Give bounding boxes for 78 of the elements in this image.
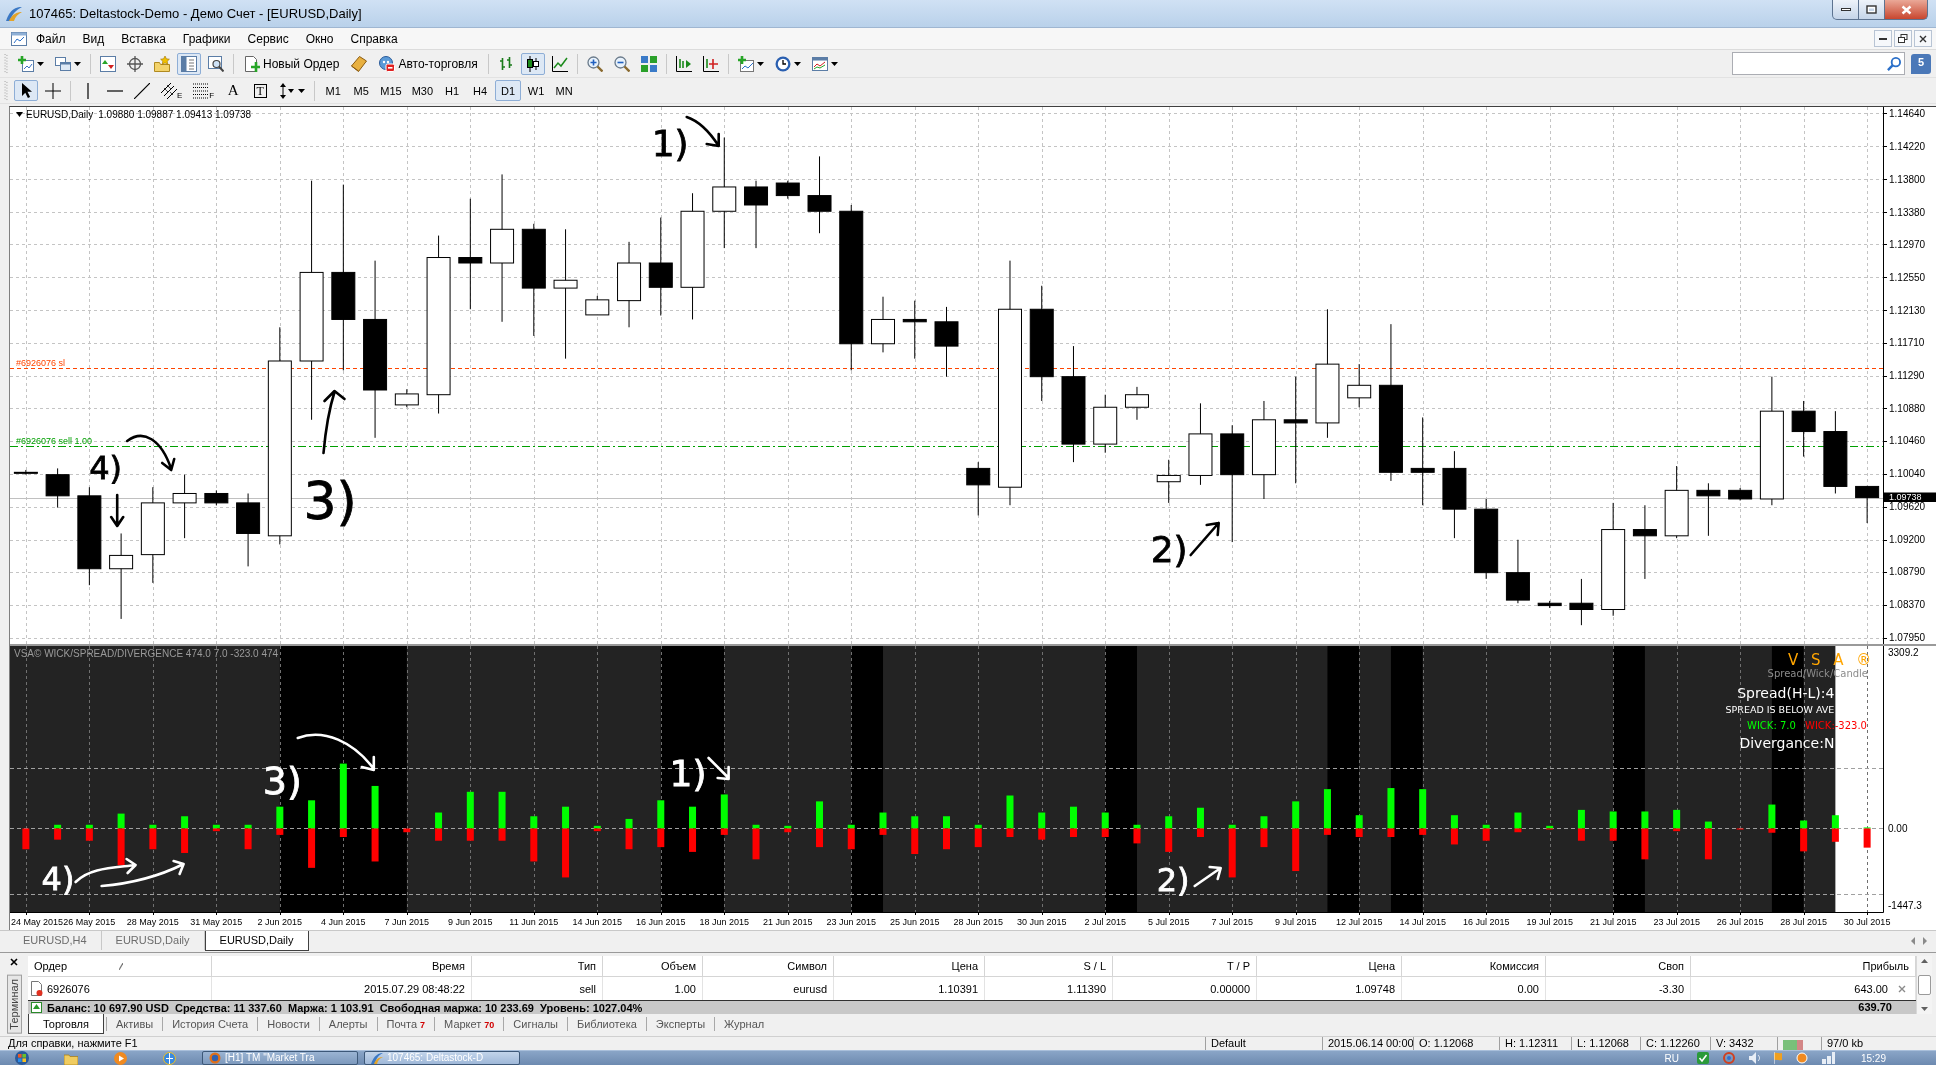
axis-label: 7 Jul 2015	[1211, 917, 1253, 927]
axis-label: 11 Jun 2015	[509, 917, 559, 927]
axis-label: 1.09620	[1889, 501, 1926, 513]
axis-label: 1.11710	[1889, 337, 1925, 349]
axis-label: 1.10460	[1889, 435, 1926, 447]
axis-label: 1.11290	[1889, 370, 1925, 382]
count-label: 7	[420, 1020, 426, 1030]
axis-label: 16 Jun 2015	[636, 917, 686, 927]
axis-label: 1.09200	[1889, 534, 1926, 546]
current-price-label: 1.09738	[1884, 492, 1936, 503]
handwritten-note: 4)	[41, 860, 75, 898]
table-cell: 643.00	[1854, 982, 1888, 995]
axis-label: 0.00	[1888, 823, 1908, 834]
axis-label: 14 Jul 2015	[1399, 917, 1446, 927]
table-cell: 6926076	[47, 982, 90, 995]
axis-label: 21 Jun 2015	[763, 917, 813, 927]
line-label: #6926076 sl	[16, 357, 66, 368]
axis-label: 24 May 2015	[11, 917, 63, 927]
axis-label: 19 Jul 2015	[1526, 917, 1573, 927]
axis-label: 12 Jul 2015	[1335, 917, 1383, 927]
chart-subtitle: 1.09880 1.09887 1.09413 1.09738	[98, 109, 252, 120]
axis-label: 1.14640	[1889, 107, 1926, 119]
axis-label: -1447.3	[1888, 899, 1922, 911]
axis-label: 3309.2	[1888, 647, 1919, 658]
handwritten-note: 1)	[651, 123, 689, 164]
axis-label: 28 Jul 2015	[1780, 917, 1827, 927]
axis-label: 26 May 2015	[63, 917, 116, 927]
status-text: Для справки, нажмите F1	[7, 1037, 139, 1050]
axis-label: 26 Jul 2015	[1716, 917, 1764, 927]
axis-label: 1.08790	[1889, 566, 1926, 578]
account-summary: Баланс: 10 697.90 USD Средства: 11 337.60 Маржа: 1 103.91 Свободная маржа: 10 233.69 Уровень: 1027.04%	[47, 1001, 643, 1014]
axis-label: 1.12550	[1889, 271, 1926, 283]
handwritten-note: 3)	[262, 759, 302, 803]
handwritten-note: 2)	[1150, 529, 1188, 570]
panel-title: Терминал	[6, 975, 22, 1034]
axis-label: 1.14220	[1889, 140, 1926, 152]
line-label: #6926076 sell 1.00	[16, 435, 93, 446]
axis-label: 23 Jun 2015	[826, 917, 877, 927]
spread-reading: Spread(H-L):4	[1737, 685, 1835, 701]
axis-label: 1.08370	[1889, 599, 1926, 611]
axis-label: 25 Jun 2015	[890, 917, 940, 927]
axis-label: 30 Jun 2015	[1016, 917, 1067, 927]
count-label: 70	[484, 1020, 495, 1030]
chart-title: EURUSD,Daily	[26, 109, 94, 120]
axis-label: 9 Jul 2015	[1274, 917, 1317, 927]
handwritten-note: 2)	[1156, 861, 1190, 899]
axis-label: 31 May 2015	[190, 917, 243, 927]
axis-label: 1.10880	[1889, 402, 1926, 414]
axis-label: 1.07950	[1889, 632, 1926, 644]
axis-label: 16 Jul 2015	[1462, 917, 1510, 927]
indicator-title: VSA© WICK/SPREAD/DIVERGENCE 474.0 7.0 -323.0 474	[14, 648, 279, 659]
axis-label: 1.13800	[1889, 173, 1926, 185]
axis-label: 4 Jun 2015	[321, 917, 366, 927]
axis-label: 9 Jun 2015	[448, 917, 493, 927]
axis-label: 2 Jun 2015	[257, 917, 303, 927]
divergence-reading: Divergance:N	[1739, 735, 1835, 751]
axis-label: 1.12130	[1889, 304, 1926, 316]
axis-label: 1.13380	[1889, 206, 1926, 218]
axis-label: 1.12970	[1889, 238, 1926, 250]
handwritten-note: 1)	[669, 753, 707, 794]
axis-label: 7 Jun 2015	[384, 917, 430, 927]
axis-label: 28 May 2015	[126, 917, 179, 927]
axis-label: 1.10040	[1889, 468, 1926, 480]
axis-label: 28 Jun 2015	[953, 917, 1003, 927]
wick-reading: WICK: 7.0	[1747, 720, 1796, 731]
axis-label: 21 Jul 2015	[1589, 917, 1637, 927]
handwritten-note: 3)	[303, 471, 357, 531]
spread-note: SPREAD IS BELOW AVE	[1725, 704, 1835, 715]
axis-label: 14 Jun 2015	[572, 917, 623, 927]
axis-label: 5 Jul 2015	[1147, 917, 1190, 927]
axis-label: 2 Jul 2015	[1084, 917, 1126, 927]
window-title: 107465: Deltastock-Demo - Демо Счет - [EURUSD,Daily]	[29, 6, 362, 21]
axis-label: 18 Jun 2015	[699, 917, 750, 927]
axis-label: 23 Jul 2015	[1653, 917, 1700, 927]
total-profit: 639.70	[1691, 1000, 1916, 1014]
handwritten-note: 4)	[89, 449, 123, 487]
ref-line-label: 1.09738	[1889, 492, 1922, 503]
axis-label: 30 Jul 2015	[1843, 917, 1891, 927]
